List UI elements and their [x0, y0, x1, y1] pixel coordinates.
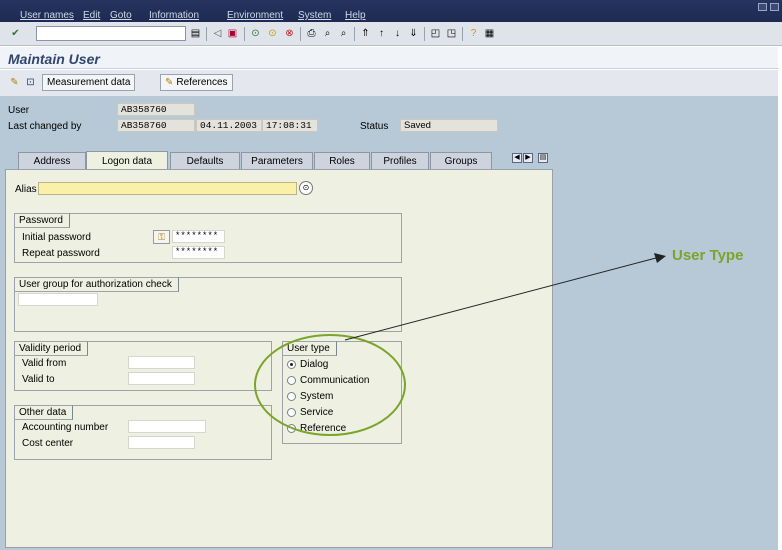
annotation-arrow — [344, 257, 657, 341]
annotation-arrowhead — [654, 253, 666, 263]
annotation-overlay — [254, 253, 666, 436]
annotation-label: User Type — [672, 247, 744, 264]
highlight-ellipse — [254, 334, 406, 436]
